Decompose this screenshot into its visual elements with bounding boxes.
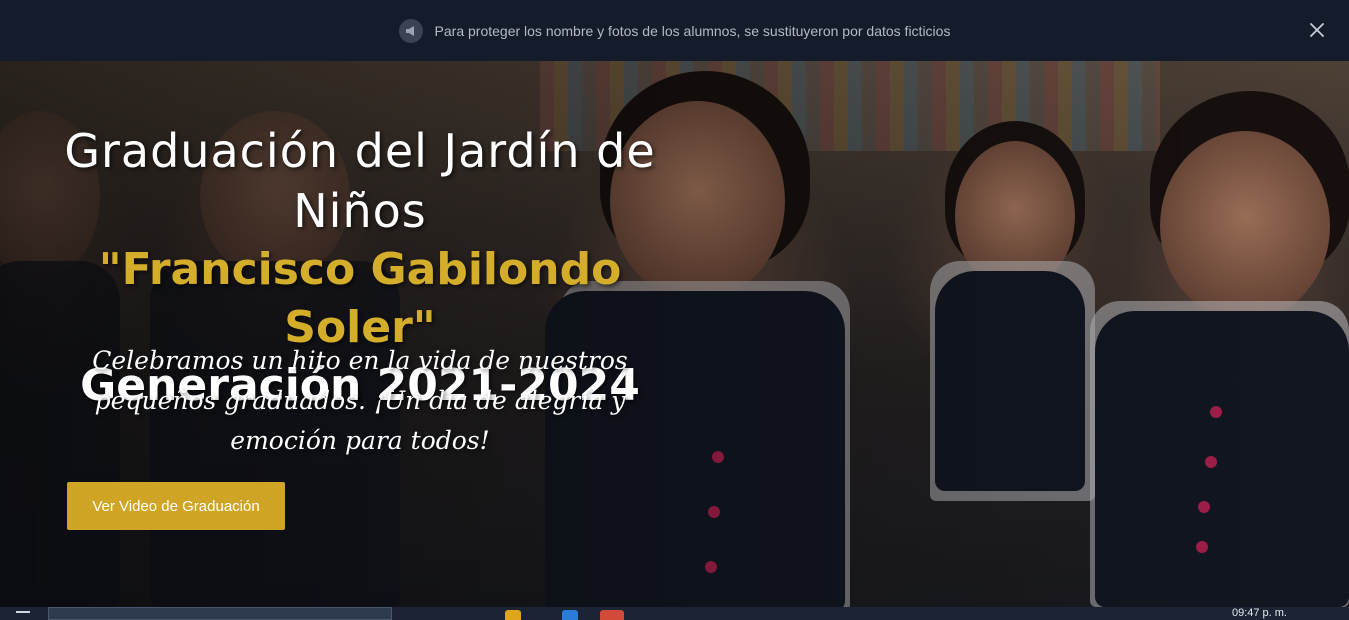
close-notice-button[interactable] [1307, 20, 1327, 40]
taskbar-search[interactable] [48, 607, 392, 620]
start-icon[interactable] [16, 611, 30, 620]
taskbar: 09:47 p. m. [0, 607, 1349, 620]
hero-title: Graduación del Jardín de Niños [64, 124, 656, 238]
school-name: "Francisco Gabilondo Soler" [98, 244, 622, 353]
close-icon [1310, 23, 1324, 37]
taskbar-app-icon[interactable] [505, 610, 521, 620]
hero-section: Graduación del Jardín de Niños "Francisc… [0, 61, 1349, 607]
megaphone-icon [398, 18, 423, 43]
notice-bar: Para proteger los nombre y fotos de los … [0, 0, 1349, 61]
notice-text: Para proteger los nombre y fotos de los … [434, 22, 951, 39]
notice-content: Para proteger los nombre y fotos de los … [398, 18, 951, 43]
hero-subtitle: Celebramos un hito en la vida de nuestro… [92, 346, 628, 455]
taskbar-clock[interactable]: 09:47 p. m. [1232, 607, 1287, 619]
taskbar-app-icon[interactable] [600, 610, 624, 620]
taskbar-app-icon[interactable] [562, 610, 578, 620]
watch-video-button[interactable]: Ver Video de Graduación [67, 482, 285, 530]
